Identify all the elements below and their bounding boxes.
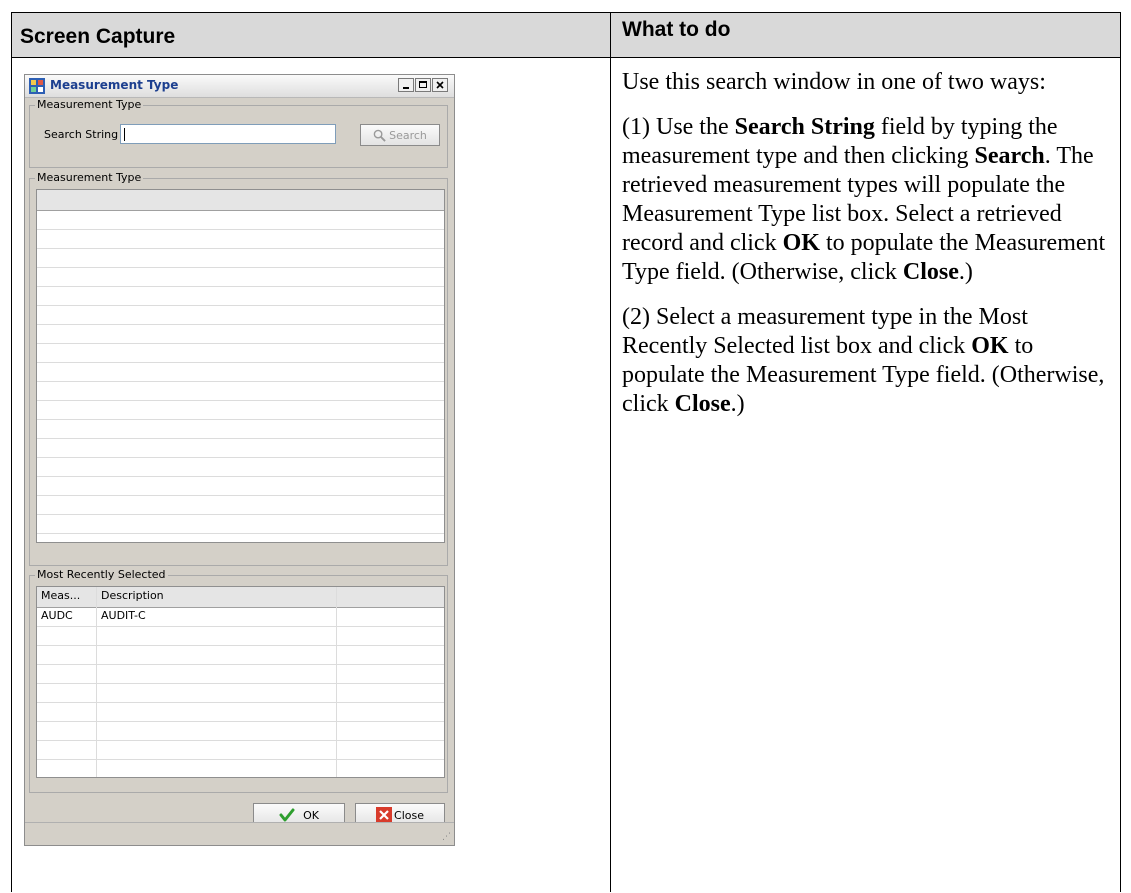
text-caret (124, 128, 125, 141)
recent-list[interactable]: Meas... Description AUDC AUDIT-C (36, 586, 445, 778)
results-row-line (37, 495, 444, 496)
recent-group-label: Most Recently Selected (35, 568, 168, 581)
red-x-icon (376, 807, 393, 823)
search-button[interactable]: Search (360, 124, 440, 146)
recent-row-code[interactable]: AUDC (41, 609, 73, 622)
instructions-text: Use this search window in one of two way… (622, 68, 1112, 435)
search-string-input[interactable] (120, 124, 336, 144)
minimize-icon (403, 87, 409, 89)
results-row-line (37, 286, 444, 287)
close-button-label: Close (394, 808, 424, 822)
results-row-line (37, 381, 444, 382)
recent-row-line (37, 626, 444, 627)
magnifier-icon (373, 129, 386, 142)
dialog-title: Measurement Type (50, 78, 179, 92)
measurement-type-dialog: Measurement Type Measurement Type Search… (24, 74, 455, 846)
results-row-line (37, 457, 444, 458)
ok-button-label: OK (303, 808, 319, 822)
results-row-line (37, 514, 444, 515)
search-string-label: Search String (44, 128, 119, 141)
recent-groupbox: Most Recently Selected Meas... Descripti… (29, 568, 448, 793)
results-row-line (37, 267, 444, 268)
results-row-line (37, 324, 444, 325)
recent-row-line (37, 759, 444, 760)
column-header-description[interactable]: Description (97, 587, 337, 605)
search-groupbox: Measurement Type Search String Search (29, 98, 448, 168)
results-row-line (37, 476, 444, 477)
results-row-line (37, 229, 444, 230)
results-row-line (37, 438, 444, 439)
results-row-line (37, 533, 444, 534)
window-controls (397, 78, 448, 92)
minimize-button[interactable] (398, 78, 414, 92)
results-row-line (37, 343, 444, 344)
recent-row-description[interactable]: AUDIT-C (101, 609, 146, 622)
measurement-type-list[interactable] (36, 189, 445, 543)
instructions-intro: Use this search window in one of two way… (622, 69, 1046, 95)
close-window-button[interactable] (432, 78, 448, 92)
recent-row-line (37, 664, 444, 665)
recent-row-line (37, 645, 444, 646)
recent-row-line (37, 702, 444, 703)
table-header-row: Screen Capture What to do (12, 13, 1120, 58)
results-row-line (37, 248, 444, 249)
instructions-way-1: (1) Use the Search String field by typin… (622, 114, 1106, 285)
instructions-way-2: (2) Select a measurement type in the Mos… (622, 304, 1105, 417)
column-divider-line (96, 587, 97, 777)
column-header-what-to-do: What to do (622, 18, 731, 41)
resize-grip-icon[interactable]: ⋰ (442, 832, 451, 842)
results-list-header (37, 190, 444, 211)
column-header-code[interactable]: Meas... (37, 587, 97, 605)
green-checkmark-icon (279, 808, 295, 822)
results-row-line (37, 305, 444, 306)
results-row-line (37, 400, 444, 401)
column-divider (610, 13, 611, 892)
column-divider-line (336, 587, 337, 777)
recent-row-line (37, 683, 444, 684)
results-group-label: Measurement Type (35, 171, 144, 184)
dialog-titlebar[interactable]: Measurement Type (25, 75, 454, 98)
search-group-label: Measurement Type (35, 98, 144, 111)
search-button-label: Search (389, 128, 427, 142)
recent-row-line (37, 740, 444, 741)
maximize-button[interactable] (415, 78, 431, 92)
results-groupbox: Measurement Type (29, 171, 448, 566)
status-bar: ⋰ (25, 822, 454, 845)
column-header-screen-capture: Screen Capture (20, 25, 176, 48)
maximize-icon (419, 81, 427, 88)
recent-row-line (37, 721, 444, 722)
app-window-icon (29, 78, 45, 94)
results-row-line (37, 362, 444, 363)
results-row-line (37, 419, 444, 420)
close-icon (436, 81, 444, 89)
